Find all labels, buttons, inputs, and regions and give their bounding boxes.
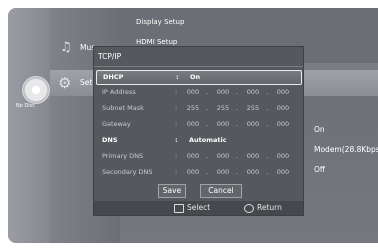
setting-value: On [190,73,201,81]
separator-colon: : [175,88,178,96]
disc-status-label: No Disc [16,103,35,109]
save-button[interactable]: Save [158,184,186,198]
select-hint-label: Select [187,203,211,212]
address-octet[interactable]: 255 [245,104,261,112]
octet-dot: . [206,120,209,128]
setting-row[interactable]: DNS: Automatic [96,134,300,147]
octet-dot: . [236,104,239,112]
return-hint-label: Return [257,203,282,212]
separator-colon: : [175,152,178,160]
select-hint: Select [174,203,210,213]
address-octet[interactable]: 000 [215,120,231,128]
gear-icon: ⚙ [58,74,72,92]
octet-dot: . [206,168,209,176]
address-octet[interactable]: 000 [215,88,231,96]
octet-dot: . [206,88,209,96]
music-icon: ♫ [60,40,72,55]
separator-colon: : [176,73,179,81]
screen: No Disc Display Setup HDMI Setup ♫ Mus ⚙… [0,0,378,248]
setting-row[interactable]: DHCP: On [96,70,302,85]
octet-dot: . [206,104,209,112]
separator-colon: : [175,120,178,128]
address-octet[interactable]: 000 [215,168,231,176]
octet-dot: . [266,88,269,96]
address-octet[interactable]: 000 [245,168,261,176]
value-on: On [314,125,325,134]
cancel-button[interactable]: Cancel [200,184,242,198]
separator-colon: : [175,168,178,176]
octet-dot: . [236,152,239,160]
address-octet[interactable]: 000 [275,168,291,176]
menu-item-hdmi-setup[interactable]: HDMI Setup [136,38,177,46]
octet-dot: . [266,168,269,176]
setting-row[interactable]: Subnet Mask:255. 255. 255. 000 [96,102,300,115]
value-modem: Modem(28.8Kbps) [314,145,378,154]
return-hint[interactable]: Return [244,203,282,213]
address-octet[interactable]: 000 [185,152,201,160]
setting-label: DHCP [103,73,124,81]
setting-label: Secondary DNS [102,168,153,176]
setting-label: Primary DNS [102,152,144,160]
return-key-icon [244,203,254,213]
address-octet[interactable]: 255 [215,104,231,112]
setting-value: Automatic [189,136,227,144]
value-off: Off [314,165,326,174]
setting-row[interactable]: Gateway:000. 000. 000. 000 [96,118,300,131]
address-octet[interactable]: 000 [245,152,261,160]
dialog-title: TCP/IP [98,52,122,61]
disc-icon [22,76,50,104]
address-octet[interactable]: 000 [275,152,291,160]
setting-row[interactable]: Secondary DNS:000. 000. 000. 000 [96,166,300,179]
address-octet[interactable]: 000 [215,152,231,160]
address-octet[interactable]: 000 [185,88,201,96]
left-column [8,8,50,243]
address-octet[interactable]: 000 [275,88,291,96]
separator-colon: : [175,104,178,112]
address-octet[interactable]: 000 [185,120,201,128]
address-octet[interactable]: 000 [275,120,291,128]
address-octet[interactable]: 000 [185,168,201,176]
octet-dot: . [236,88,239,96]
setting-label: Subnet Mask [102,104,144,112]
menu-item-setup[interactable]: Set [80,78,92,87]
octet-dot: . [266,104,269,112]
address-octet[interactable]: 000 [245,88,261,96]
tcpip-dialog: TCP/IP DHCP: On IP Address:000. 000. 000. 000… [93,46,304,216]
separator-colon: : [175,136,178,144]
setting-label: Gateway [102,120,131,128]
octet-dot: . [266,120,269,128]
enter-key-icon [174,203,184,213]
menu-item-display-setup[interactable]: Display Setup [136,18,184,26]
address-octet[interactable]: 255 [185,104,201,112]
address-octet[interactable]: 000 [275,104,291,112]
octet-dot: . [206,152,209,160]
dialog-divider [94,66,303,67]
setting-row[interactable]: IP Address:000. 000. 000. 000 [96,86,300,99]
setting-label: IP Address [102,88,136,96]
octet-dot: . [236,168,239,176]
setting-row[interactable]: Primary DNS:000. 000. 000. 000 [96,150,300,163]
dialog-footer: Select Return [94,201,303,215]
setting-label: DNS [102,136,118,144]
address-octet[interactable]: 000 [245,120,261,128]
octet-dot: . [236,120,239,128]
octet-dot: . [266,152,269,160]
